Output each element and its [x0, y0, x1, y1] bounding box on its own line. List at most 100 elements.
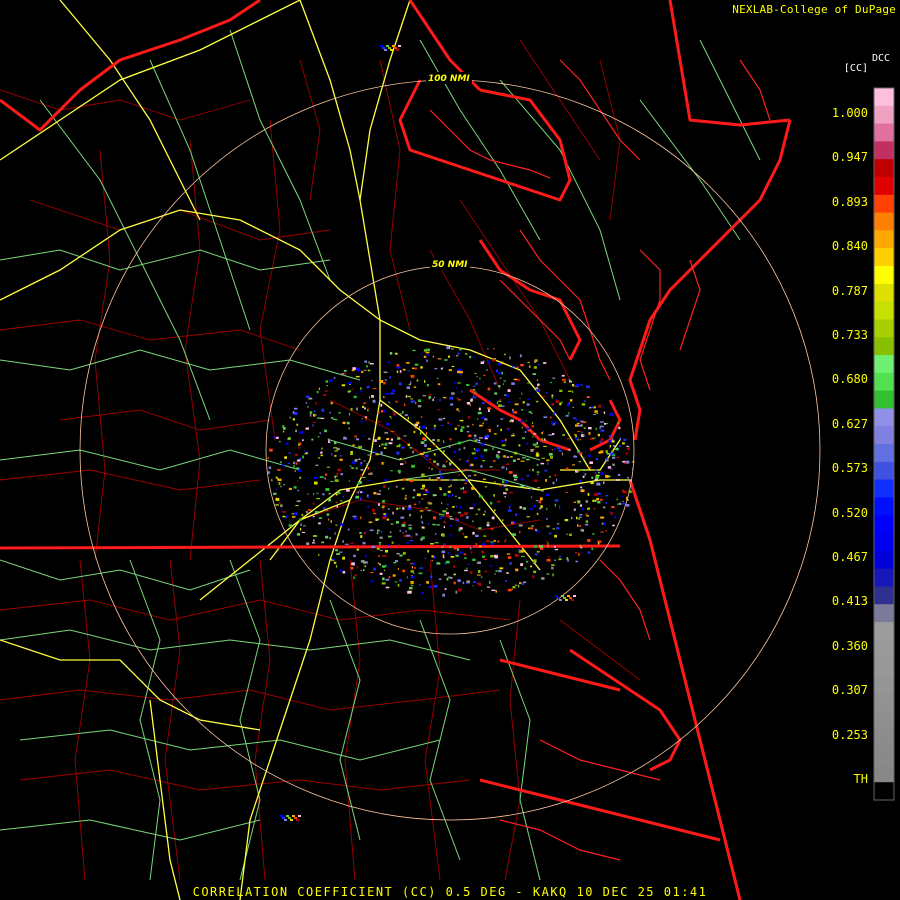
radar-echo-pixel [507, 509, 512, 512]
radar-echo-pixel [315, 402, 317, 405]
radar-echo-pixel [335, 419, 338, 421]
radar-echo-pixel [383, 513, 386, 515]
radar-echo-pixel [482, 460, 485, 462]
radar-echo-pixel [472, 385, 476, 387]
radar-echo-pixel [455, 555, 459, 557]
radar-echo-pixel [514, 553, 519, 557]
legend-swatch [874, 426, 894, 445]
radar-echo-pixel [420, 538, 423, 541]
radar-echo-pixel [520, 409, 524, 411]
radar-echo-pixel [519, 354, 522, 358]
legend-swatch [874, 568, 894, 587]
radar-echo-pixel [342, 421, 346, 425]
radar-echo-pixel [392, 389, 396, 392]
radar-echo-pixel [290, 819, 293, 821]
radar-echo-pixel [382, 555, 387, 557]
radar-echo-pixel [458, 474, 460, 476]
radar-echo-pixel [275, 497, 277, 499]
radar-echo-pixel [536, 512, 539, 515]
radar-echo-pixel [591, 476, 594, 479]
radar-echo-pixel [393, 562, 397, 564]
radar-echo-pixel [506, 553, 511, 555]
legend-tick-label: 0.573 [831, 461, 868, 476]
radar-echo-pixel [419, 584, 422, 586]
radar-echo-pixel [450, 534, 452, 537]
radar-echo-pixel [324, 508, 328, 511]
radar-echo-pixel [519, 531, 521, 534]
radar-echo-pixel [432, 438, 436, 441]
radar-echo-pixel [389, 416, 392, 418]
radar-echo-pixel [318, 517, 322, 519]
radar-echo-pixel [425, 507, 428, 509]
radar-echo-pixel [468, 434, 472, 437]
radar-echo-pixel [439, 488, 442, 491]
radar-echo-pixel [464, 557, 467, 559]
radar-echo-pixel [605, 450, 608, 454]
radar-echo-pixel [428, 396, 432, 399]
radar-echo-pixel [362, 569, 365, 571]
legend-product-code: DCC [871, 53, 890, 64]
legend-swatch [874, 105, 894, 125]
radar-echo-pixel [357, 458, 361, 460]
radar-echo-pixel [328, 492, 331, 495]
radar-echo-pixel [420, 515, 423, 519]
radar-echo-pixel [449, 396, 454, 400]
radar-echo-pixel [477, 561, 481, 564]
radar-echo-pixel [563, 381, 566, 383]
legend-swatch [874, 159, 894, 178]
radar-echo-pixel [480, 361, 484, 364]
radar-echo-pixel [357, 491, 359, 494]
radar-echo-pixel [361, 370, 364, 373]
radar-echo-pixel [362, 435, 365, 437]
radar-echo-pixel [472, 396, 477, 399]
radar-echo-pixel [356, 566, 359, 569]
radar-echo-pixel [506, 456, 509, 458]
radar-echo-pixel [396, 370, 399, 373]
radar-echo-pixel [546, 525, 550, 527]
radar-echo-pixel [603, 411, 606, 414]
radar-echo-pixel [347, 390, 350, 393]
radar-echo-pixel [356, 367, 360, 371]
radar-echo-pixel [612, 457, 616, 459]
radar-echo-pixel [517, 378, 520, 382]
radar-echo-pixel [382, 577, 385, 581]
radar-echo-pixel [338, 551, 343, 553]
radar-echo-pixel [525, 420, 527, 422]
radar-echo-pixel [305, 510, 308, 514]
radar-echo-pixel [399, 370, 402, 373]
radar-echo-pixel [510, 456, 513, 458]
radar-echo-pixel [390, 392, 395, 395]
radar-echo-pixel [389, 531, 392, 534]
radar-echo-pixel [452, 506, 455, 508]
radar-echo-pixel [506, 467, 508, 471]
radar-echo-pixel [352, 444, 355, 447]
radar-echo-pixel [552, 573, 554, 577]
radar-echo-pixel [490, 555, 494, 558]
radar-echo-pixel [361, 418, 363, 420]
radar-echo-pixel [402, 551, 406, 555]
legend-swatch [874, 319, 894, 338]
radar-echo-pixel [415, 533, 418, 536]
radar-echo-pixel [442, 366, 444, 369]
radar-echo-pixel [497, 451, 501, 454]
radar-echo-pixel [561, 374, 565, 377]
radar-echo-pixel [622, 500, 624, 502]
radar-echo-pixel [360, 570, 362, 571]
radar-echo-pixel [522, 401, 525, 404]
radar-echo-pixel [568, 390, 572, 392]
radar-echo-pixel [500, 428, 502, 432]
radar-echo-pixel [370, 571, 374, 574]
radar-echo-pixel [520, 478, 524, 481]
radar-echo-pixel [629, 479, 631, 482]
radar-echo-pixel [536, 551, 540, 553]
radar-echo-pixel [355, 467, 358, 470]
radar-echo-pixel [420, 353, 423, 355]
radar-echo-pixel [573, 595, 576, 597]
radar-echo-pixel [436, 462, 440, 466]
radar-echo-pixel [505, 488, 509, 491]
radar-echo-pixel [363, 402, 366, 405]
radar-echo-pixel [535, 400, 539, 403]
radar-echo-pixel [360, 469, 364, 471]
radar-echo-pixel [318, 457, 320, 459]
radar-echo-pixel [537, 383, 540, 386]
